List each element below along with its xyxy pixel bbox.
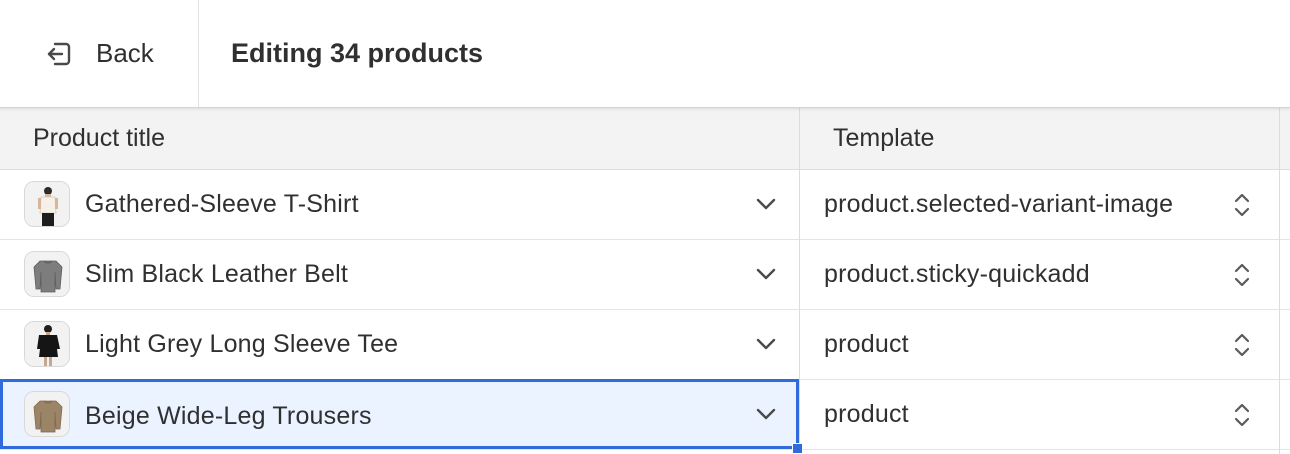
selection-fill-handle[interactable] [792, 443, 803, 454]
template-value: product [824, 330, 909, 358]
product-title-cell[interactable]: Light Grey Long Sleeve Tee [0, 310, 799, 379]
column-header-product-title[interactable]: Product title [33, 108, 165, 169]
select-arrows-icon [1228, 260, 1256, 290]
chevron-down-icon[interactable] [752, 330, 780, 358]
chevron-down-icon[interactable] [752, 190, 780, 218]
column-header-row: Product title Template [0, 108, 1290, 170]
product-title-cell[interactable]: Gathered-Sleeve T-Shirt [0, 170, 799, 239]
chevron-down-icon[interactable] [752, 400, 780, 428]
select-arrows-icon [1228, 190, 1256, 220]
template-select[interactable]: product [800, 380, 1278, 449]
product-title-cell[interactable]: Slim Black Leather Belt [0, 240, 799, 309]
template-select[interactable]: product.sticky-quickadd [800, 240, 1278, 309]
product-title: Light Grey Long Sleeve Tee [85, 330, 399, 358]
select-arrows-icon [1228, 400, 1256, 430]
table-row: Slim Black Leather Belt product.sticky-q… [0, 240, 1290, 310]
divider [198, 0, 199, 107]
top-bar: Back Editing 34 products [0, 0, 1290, 108]
table-row: Light Grey Long Sleeve Tee product [0, 310, 1290, 380]
column-header-template[interactable]: Template [833, 108, 934, 169]
column-divider [799, 108, 800, 454]
page-title: Editing 34 products [231, 38, 484, 68]
product-thumbnail [24, 391, 70, 437]
select-arrows-icon [1228, 330, 1256, 360]
back-button[interactable]: Back [0, 0, 198, 107]
table-row: Beige Wide-Leg Trousers product [0, 379, 1290, 454]
product-title: Slim Black Leather Belt [85, 260, 349, 288]
chevron-down-icon[interactable] [752, 260, 780, 288]
template-value: product.selected-variant-image [824, 190, 1174, 218]
column-divider [1279, 108, 1280, 454]
product-title: Beige Wide-Leg Trousers [85, 402, 372, 430]
template-value: product [824, 400, 909, 428]
template-select[interactable]: product.selected-variant-image [800, 170, 1278, 239]
exit-icon [44, 39, 74, 69]
product-thumbnail [24, 251, 70, 297]
product-title: Gathered-Sleeve T-Shirt [85, 190, 359, 218]
product-title-cell-selected[interactable]: Beige Wide-Leg Trousers [0, 379, 799, 449]
table-row: Gathered-Sleeve T-Shirt product.selected… [0, 170, 1290, 240]
template-select[interactable]: product [800, 310, 1278, 379]
product-thumbnail [24, 321, 70, 367]
template-value: product.sticky-quickadd [824, 260, 1090, 288]
bulk-editor-grid: Product title Template Gathered-Sleeve T… [0, 108, 1290, 454]
back-label: Back [96, 38, 154, 68]
product-thumbnail [24, 181, 70, 227]
